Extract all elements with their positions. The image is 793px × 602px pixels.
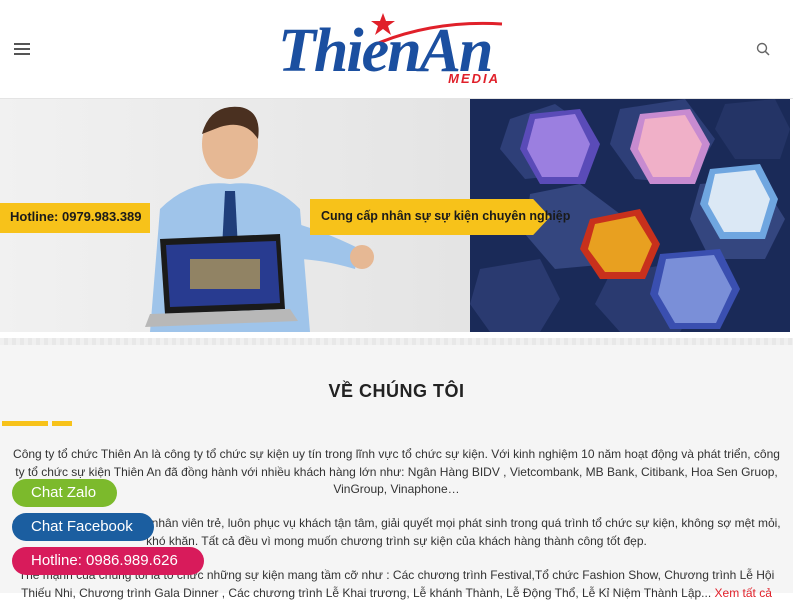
banner-slogan-text: Cung cấp nhân sự sự kiện chuyên nghiệp (321, 209, 571, 223)
logo-sub-text: MEDIA (448, 71, 500, 86)
hamburger-icon[interactable] (14, 43, 30, 55)
banner-hotline-text: Hotline: 0979.983.389 (10, 209, 142, 224)
hero-banner[interactable]: Hotline: 0979.983.389 Cung cấp nhân sự s… (0, 99, 790, 332)
chat-facebook-button[interactable]: Chat Facebook (12, 513, 154, 541)
hotline-button[interactable]: Hotline: 0986.989.626 (12, 547, 204, 575)
title-underline (2, 421, 72, 439)
search-icon[interactable] (756, 42, 770, 56)
chat-zalo-button[interactable]: Chat Zalo (12, 479, 117, 507)
about-paragraph-1: Công ty tổ chức Thiên An là công ty tổ c… (13, 447, 780, 496)
about-title: VỀ CHÚNG TÔI (328, 381, 465, 401)
site-logo[interactable]: ThienAn MEDIA (278, 12, 506, 88)
site-header: ThienAn MEDIA (0, 0, 793, 99)
